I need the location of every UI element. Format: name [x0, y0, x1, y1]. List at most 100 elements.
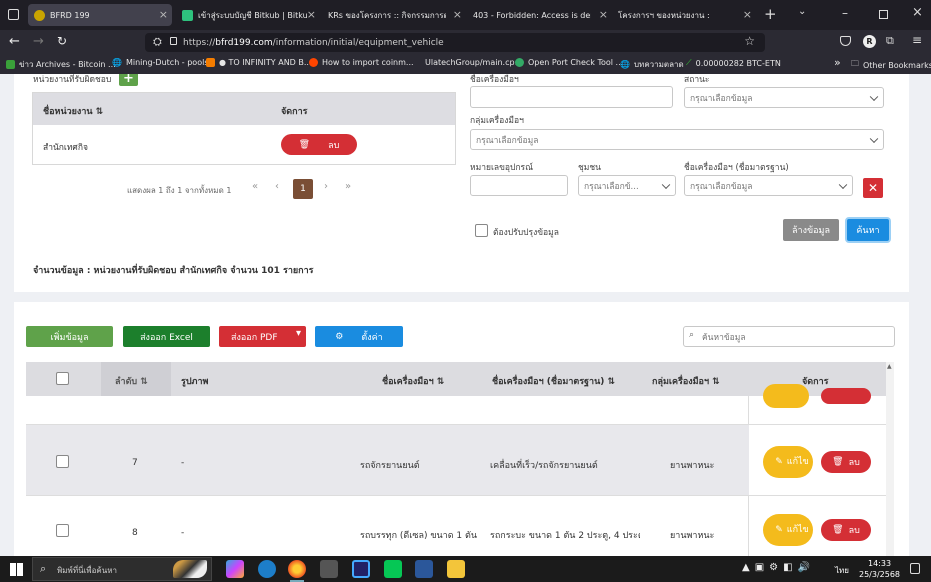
close-icon[interactable]: × — [307, 8, 316, 21]
delete-button[interactable]: 🗑 ลบ — [821, 519, 871, 541]
export-excel-button[interactable]: ส่งออก Excel — [123, 326, 210, 347]
tab-krs[interactable]: KRs ของโครงการ :: กิจกรรมการตรวจสอบ × — [322, 4, 466, 26]
cell-group: ยานพาหนะ — [670, 461, 715, 471]
notification-icon[interactable] — [910, 563, 920, 574]
browser-tab-bar: BFRD 199 × เข้าสู่ระบบบัญชี Bitkub | Bit… — [0, 0, 931, 30]
taskbar-search-box[interactable]: ⌕ พิมพ์ที่นี่เพื่อค้นหา — [32, 557, 212, 581]
profile-avatar[interactable]: R — [863, 35, 876, 48]
device-no-input[interactable] — [470, 175, 568, 196]
delete-button[interactable]: 🗑 ลบ — [821, 451, 871, 473]
edit-button[interactable]: ✎ แก้ไข — [763, 514, 813, 546]
minimize-button[interactable]: – — [842, 6, 848, 20]
next-page-icon[interactable]: › — [324, 181, 328, 192]
back-arrow-icon[interactable]: ← — [9, 34, 20, 49]
col-name-header[interactable]: ชื่อเครื่องมือฯ ⇅ — [382, 374, 444, 388]
first-page-icon[interactable]: « — [252, 181, 258, 192]
select-all-checkbox[interactable] — [56, 372, 69, 385]
row-checkbox[interactable] — [56, 455, 69, 468]
tab-overview-icon[interactable] — [8, 9, 19, 20]
bookmark-item[interactable]: 🌐 บทความตลาด — [620, 58, 684, 71]
windows-taskbar: ⌕ พิมพ์ที่นี่เพื่อค้นหา ▲▣⚙◧🔊 ไทย 14:33 … — [0, 556, 931, 582]
copilot-icon[interactable] — [226, 560, 244, 578]
bookmark-label: 0.00000282 BTC-ETN — [695, 58, 781, 68]
close-window-button[interactable]: × — [912, 5, 923, 20]
new-tab-button[interactable]: + — [764, 5, 777, 23]
tab-forbidden[interactable]: 403 - Forbidden: Access is denied. × — [467, 4, 612, 26]
tab-project[interactable]: โครงการฯ ของหน่วยงาน : × — [612, 4, 756, 26]
col-std-name-header[interactable]: ชื่อเครื่องมือฯ (ชื่อมาตรฐาน) ⇅ — [492, 374, 615, 388]
export-pdf-button[interactable]: ส่งออก PDF ▾ — [219, 326, 306, 347]
tab-bfrd[interactable]: BFRD 199 × — [28, 4, 172, 26]
bookmark-item[interactable]: ⟋ 0.00000282 BTC-ETN — [686, 58, 781, 68]
table-search-input[interactable]: ⌕ ค้นหาข้อมูล — [683, 326, 895, 347]
search-icon: ⌕ — [689, 330, 695, 340]
bookmark-item[interactable]: ● TO INFINITY AND B... — [206, 58, 312, 67]
table-scrollbar[interactable] — [886, 362, 894, 556]
agency-col-name-header[interactable]: ชื่อหน่วยงาน ⇅ — [43, 104, 103, 118]
agency-row-name: สำนักเทศกิจ — [43, 143, 88, 153]
forward-arrow-icon[interactable]: → — [33, 34, 44, 49]
prev-page-icon[interactable]: ‹ — [275, 181, 279, 192]
other-bookmarks[interactable]: 🗀 Other Bookmarks — [851, 58, 931, 72]
scroll-up-icon[interactable]: ▲ — [887, 363, 892, 370]
close-icon[interactable]: × — [599, 8, 608, 21]
add-agency-button[interactable]: + — [119, 74, 138, 86]
row-checkbox[interactable] — [56, 524, 69, 537]
bookmark-star-icon[interactable]: ☆ — [744, 34, 755, 48]
edit-button-partial[interactable] — [763, 384, 809, 408]
tab-list-chevron-down-icon[interactable]: ⌄ — [798, 6, 806, 17]
app-icon[interactable] — [352, 560, 370, 578]
extensions-icon[interactable]: ⧉ — [886, 34, 894, 48]
tray-icons[interactable]: ▲▣⚙◧🔊 — [742, 562, 815, 573]
clear-button[interactable]: ล้างข้อมูล — [783, 219, 839, 241]
edit-button[interactable]: ✎ แก้ไข — [763, 446, 813, 478]
search-button[interactable]: ค้นหา — [847, 219, 889, 241]
last-page-icon[interactable]: » — [345, 181, 351, 192]
settings-button[interactable]: ⚙ ตั้งค่า — [315, 326, 403, 347]
tool-group-select[interactable]: กรุณาเลือกข้อมูล — [470, 129, 884, 150]
page-1-button[interactable]: 1 — [293, 179, 313, 199]
close-icon[interactable]: × — [453, 8, 462, 21]
close-icon[interactable]: × — [159, 8, 168, 21]
tool-name-input[interactable] — [470, 86, 673, 108]
line-icon[interactable] — [384, 560, 402, 578]
bookmark-item[interactable]: How to import coinm... — [309, 58, 414, 67]
col-image-header: รูปภาพ — [181, 377, 209, 387]
bookmark-favicon-icon — [6, 60, 15, 69]
windows-start-icon[interactable] — [10, 563, 23, 576]
tab-bitkub[interactable]: เข้าสู่ระบบบัญชี Bitkub | Bitkub.com × — [176, 4, 320, 26]
bookmark-item[interactable]: 🌐 Mining-Dutch - pools — [112, 58, 209, 67]
status-select[interactable]: กรุณาเลือกข้อมูล — [684, 87, 884, 108]
community-select[interactable]: กรุณาเลือกข้... — [578, 175, 676, 196]
address-bar[interactable]: ⛭ https:// bfrd199.com /information/init… — [145, 33, 765, 52]
add-button[interactable]: เพิ่มข้อมูล — [26, 326, 113, 347]
firefox-icon[interactable] — [288, 560, 306, 578]
reload-icon[interactable]: ↻ — [57, 34, 67, 48]
site-info-icon[interactable]: ⛭ — [153, 35, 162, 49]
restore-button[interactable] — [879, 10, 888, 19]
language-indicator[interactable]: ไทย — [835, 564, 849, 577]
pocket-icon[interactable] — [840, 36, 851, 46]
bookmark-item[interactable]: ข่าว Archives - Bitcoin ... — [6, 58, 116, 71]
bookmark-item[interactable]: Open Port Check Tool ... — [515, 58, 623, 67]
delete-button-partial[interactable] — [821, 388, 871, 404]
word-icon[interactable] — [415, 560, 433, 578]
url-domain: bfrd199.com — [215, 37, 273, 48]
col-group-header[interactable]: กลุ่มเครื่องมือฯ ⇅ — [652, 374, 720, 388]
close-icon[interactable]: × — [743, 8, 752, 21]
agency-delete-button[interactable]: 🗑 ลบ — [281, 134, 357, 155]
needs-update-checkbox[interactable] — [475, 224, 488, 237]
clock-date[interactable]: 25/3/2568 — [859, 570, 900, 579]
clock-time[interactable]: 14:33 — [868, 559, 891, 568]
taskbar-search-placeholder: พิมพ์ที่นี่เพื่อค้นหา — [57, 566, 117, 575]
device-no-label: หมายเลขอุปกรณ์ — [470, 163, 533, 173]
file-explorer-icon[interactable] — [447, 560, 465, 578]
menu-icon[interactable]: ≡ — [912, 33, 922, 47]
std-name-select[interactable]: กรุณาเลือกข้อมูล — [684, 175, 853, 196]
edge-icon[interactable] — [258, 560, 276, 578]
bookmark-item[interactable]: UlatechGroup/main.cp... — [425, 58, 522, 67]
clear-std-name-button[interactable]: ✕ — [863, 178, 883, 198]
more-bookmarks-chevron-icon[interactable]: » — [834, 56, 841, 69]
col-no-header[interactable]: ลำดับ ⇅ — [115, 374, 148, 388]
calculator-icon[interactable] — [320, 560, 338, 578]
